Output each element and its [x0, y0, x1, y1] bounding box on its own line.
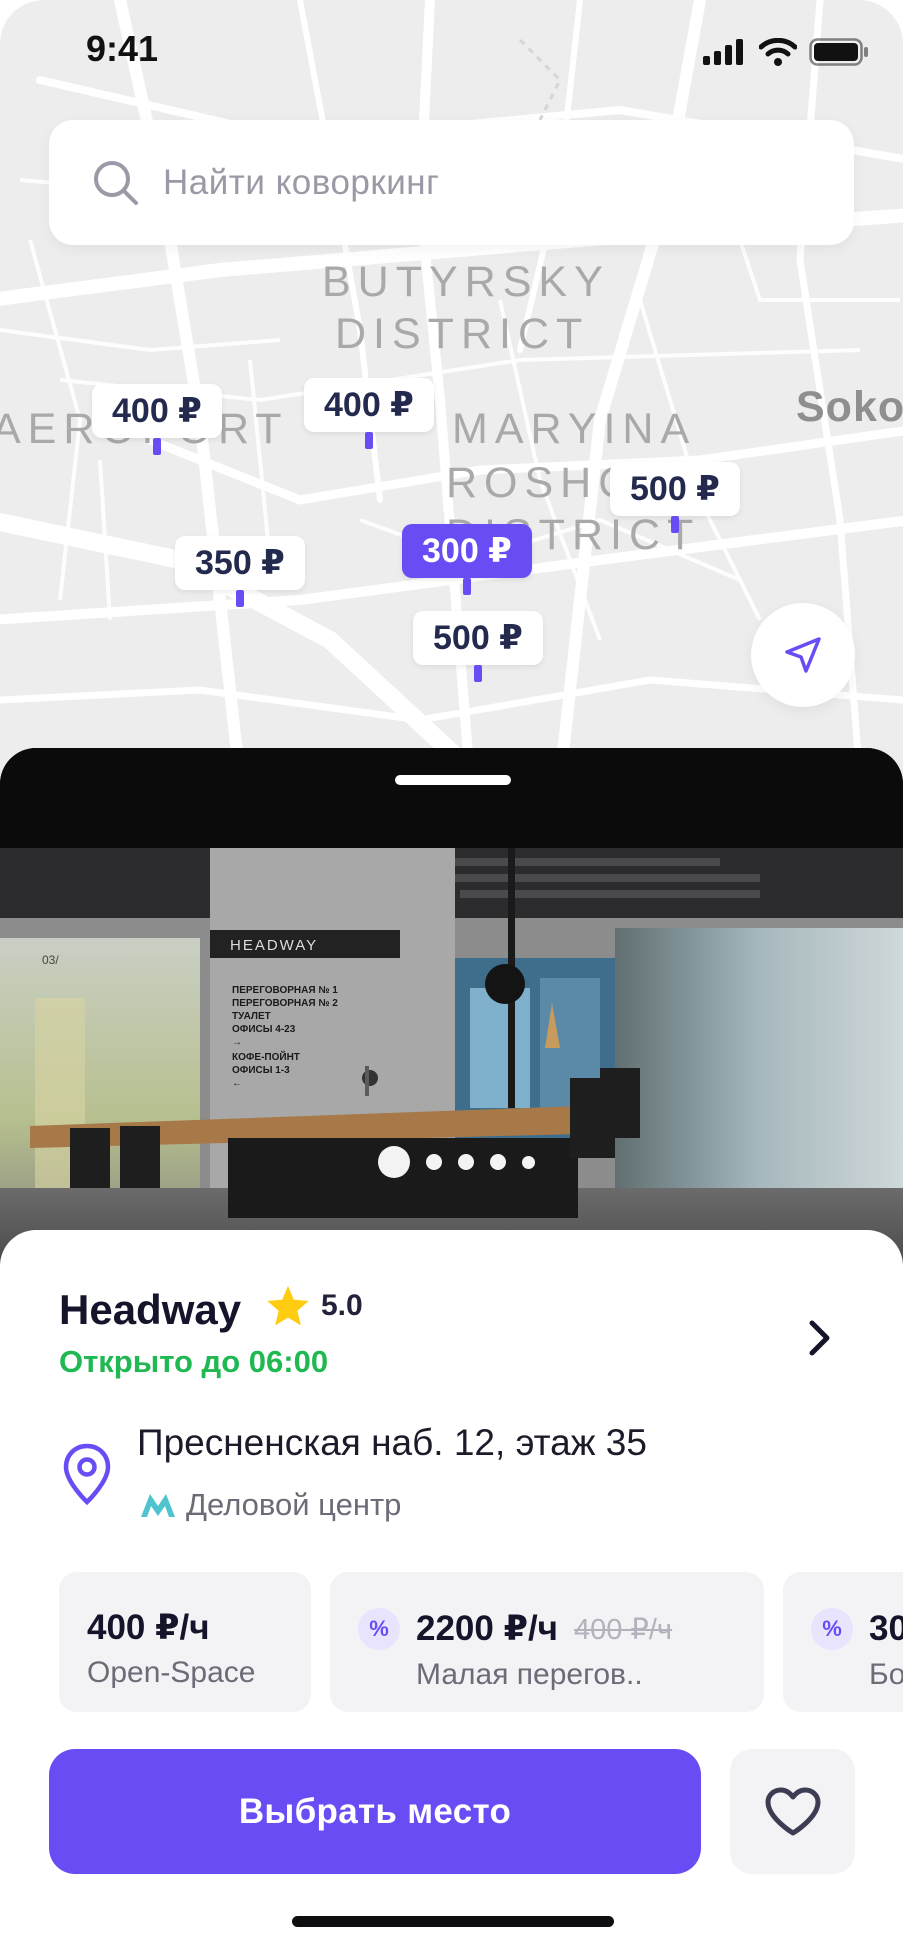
- gallery-pagination: [378, 1146, 535, 1178]
- search-icon: [94, 160, 138, 205]
- tariff-name: Open-Space: [87, 1656, 256, 1689]
- discount-icon: %: [358, 1608, 400, 1650]
- metro-icon: [141, 1494, 175, 1517]
- tariff-old-price: 400 ₽/ч: [573, 1613, 673, 1646]
- price-pin[interactable]: 500 ₽: [413, 611, 543, 682]
- coworking-photo: HEADWAY ПЕРЕГОВОРНАЯ № 1 ПЕРЕГОВОРНАЯ № …: [0, 748, 903, 1268]
- tariff-price: 400 ₽/ч: [87, 1608, 210, 1647]
- page-dot[interactable]: [490, 1154, 506, 1170]
- sign-title: HEADWAY: [230, 937, 318, 954]
- sign-line: ←: [232, 1078, 242, 1089]
- price-pin[interactable]: 350 ₽: [175, 536, 305, 607]
- status-time: 9:41: [86, 28, 159, 69]
- district-label: MARYINA: [452, 405, 697, 453]
- tariff-name: Бо: [869, 1658, 903, 1691]
- district-label: DISTRICT: [335, 310, 590, 358]
- tariff-card[interactable]: % 2200 ₽/ч 400 ₽/ч Малая перегов..: [330, 1572, 764, 1712]
- district-label: Sokol: [796, 383, 903, 431]
- signal-icon: [703, 39, 743, 65]
- search-placeholder: Найти коворкинг: [163, 162, 440, 202]
- coworking-detail-card: Headway 5.0 Открыто до 06:00 Пресненская…: [0, 1230, 903, 1955]
- price-pin[interactable]: 500 ₽: [610, 462, 740, 533]
- tariff-card[interactable]: % 30 Бо: [783, 1572, 903, 1712]
- page-dot[interactable]: [458, 1154, 474, 1170]
- sign-line: КОФЕ-ПОЙНТ: [232, 1050, 300, 1063]
- price-pin[interactable]: 400 ₽: [304, 378, 434, 449]
- rating: 5.0: [265, 1284, 363, 1328]
- heart-icon: [765, 1787, 820, 1835]
- metro-name: Деловой центр: [186, 1487, 402, 1522]
- tariff-price: 2200 ₽/ч: [416, 1609, 558, 1648]
- page-dot[interactable]: [522, 1155, 535, 1169]
- choose-place-button[interactable]: Выбрать место: [49, 1749, 701, 1874]
- status-icons: [703, 38, 869, 66]
- room-number: 03/: [42, 953, 59, 967]
- page-dot[interactable]: [426, 1154, 442, 1170]
- location-pin-icon: [63, 1443, 111, 1506]
- price-pin[interactable]: 400 ₽: [92, 384, 222, 455]
- star-icon: [267, 1285, 309, 1326]
- district-label: BUTYRSKY: [322, 258, 610, 306]
- open-status: Открыто до 06:00: [59, 1344, 329, 1379]
- sign-line: ПЕРЕГОВОРНАЯ № 1: [232, 985, 338, 996]
- tariff-card[interactable]: 400 ₽/ч Open-Space: [59, 1572, 311, 1712]
- sign-line: ПЕРЕГОВОРНАЯ № 2: [232, 998, 338, 1009]
- wifi-icon: [759, 38, 797, 66]
- place-name: Headway: [59, 1286, 242, 1333]
- metro-station: Деловой центр: [140, 1487, 401, 1523]
- sign-line: ОФИСЫ 1-3: [232, 1065, 290, 1076]
- map-view[interactable]: BUTYRSKY DISTRICT MARYINA ROSHCHA DISTRI…: [0, 0, 903, 780]
- tariff-name: Малая перегов..: [416, 1658, 643, 1691]
- page-dot-active[interactable]: [378, 1146, 410, 1178]
- discount-icon: %: [811, 1608, 853, 1650]
- battery-icon: [809, 38, 868, 66]
- photo-gallery[interactable]: HEADWAY ПЕРЕГОВОРНАЯ № 1 ПЕРЕГОВОРНАЯ № …: [0, 748, 903, 1268]
- sheet-drag-handle[interactable]: [395, 775, 511, 785]
- navigation-arrow-icon: [785, 637, 821, 673]
- search-input[interactable]: Найти коворкинг: [49, 120, 854, 245]
- price-pin-selected[interactable]: 300 ₽: [402, 524, 532, 595]
- status-bar: 9:41: [0, 0, 903, 110]
- address: Пресненская наб. 12, этаж 35: [137, 1422, 647, 1463]
- sign-line: →: [232, 1037, 242, 1048]
- chevron-right-icon[interactable]: [800, 1315, 840, 1361]
- rating-value: 5.0: [321, 1289, 363, 1322]
- tariff-list: 400 ₽/ч Open-Space % 2200 ₽/ч 400 ₽/ч Ма…: [59, 1572, 903, 1712]
- favorite-button[interactable]: [730, 1749, 855, 1874]
- locate-me-button[interactable]: [751, 603, 855, 707]
- sign-line: ОФИСЫ 4-23: [232, 1024, 296, 1035]
- home-indicator[interactable]: [292, 1916, 614, 1927]
- tariff-price: 30: [869, 1609, 903, 1648]
- sign-line: ТУАЛЕТ: [232, 1011, 271, 1022]
